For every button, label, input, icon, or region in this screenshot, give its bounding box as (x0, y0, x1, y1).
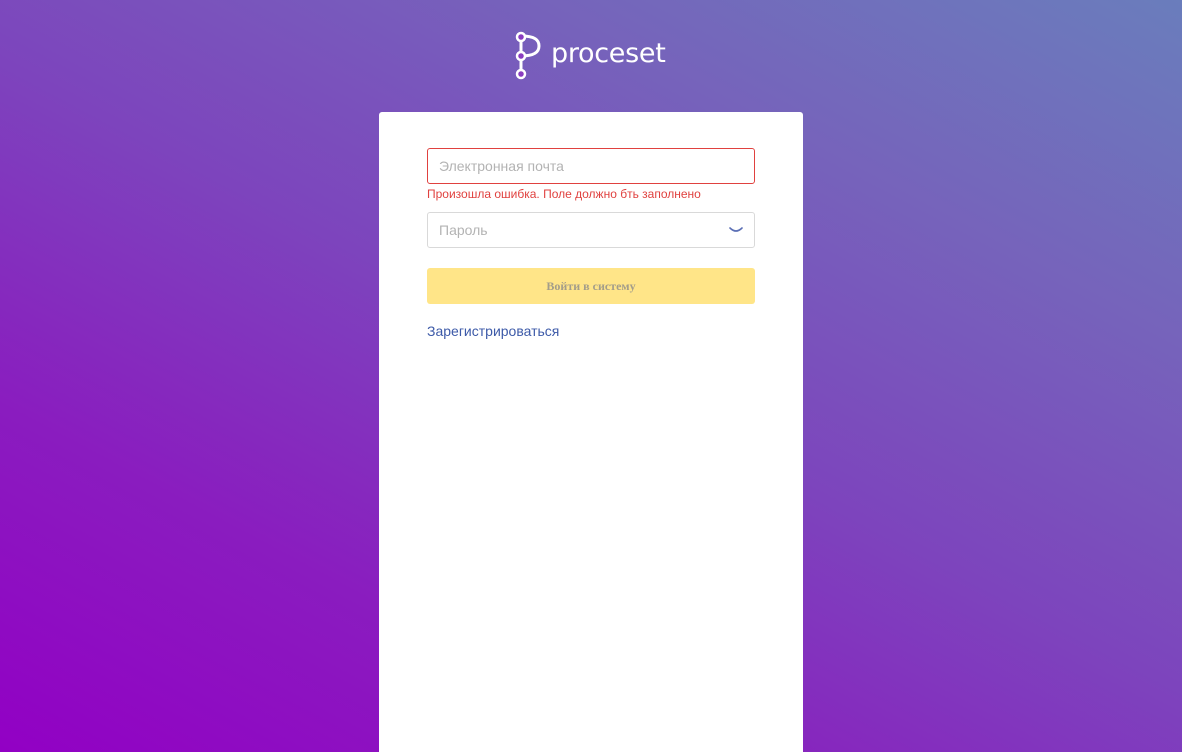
email-input[interactable] (428, 149, 754, 183)
brand-logo: proceset (513, 31, 666, 81)
password-field[interactable] (427, 212, 755, 248)
proceset-logo-icon (515, 31, 541, 80)
password-input[interactable] (428, 213, 754, 247)
eye-closed-icon[interactable] (729, 225, 743, 235)
email-error-message: Произошла ошибка. Поле должно бть заполн… (427, 187, 701, 201)
login-card: Произошла ошибка. Поле должно бть заполн… (379, 112, 803, 752)
brand-name: proceset (551, 37, 666, 69)
email-field[interactable] (427, 148, 755, 184)
login-button[interactable]: Войти в систему (427, 268, 755, 304)
register-link[interactable]: Зарегистрироваться (427, 323, 559, 339)
